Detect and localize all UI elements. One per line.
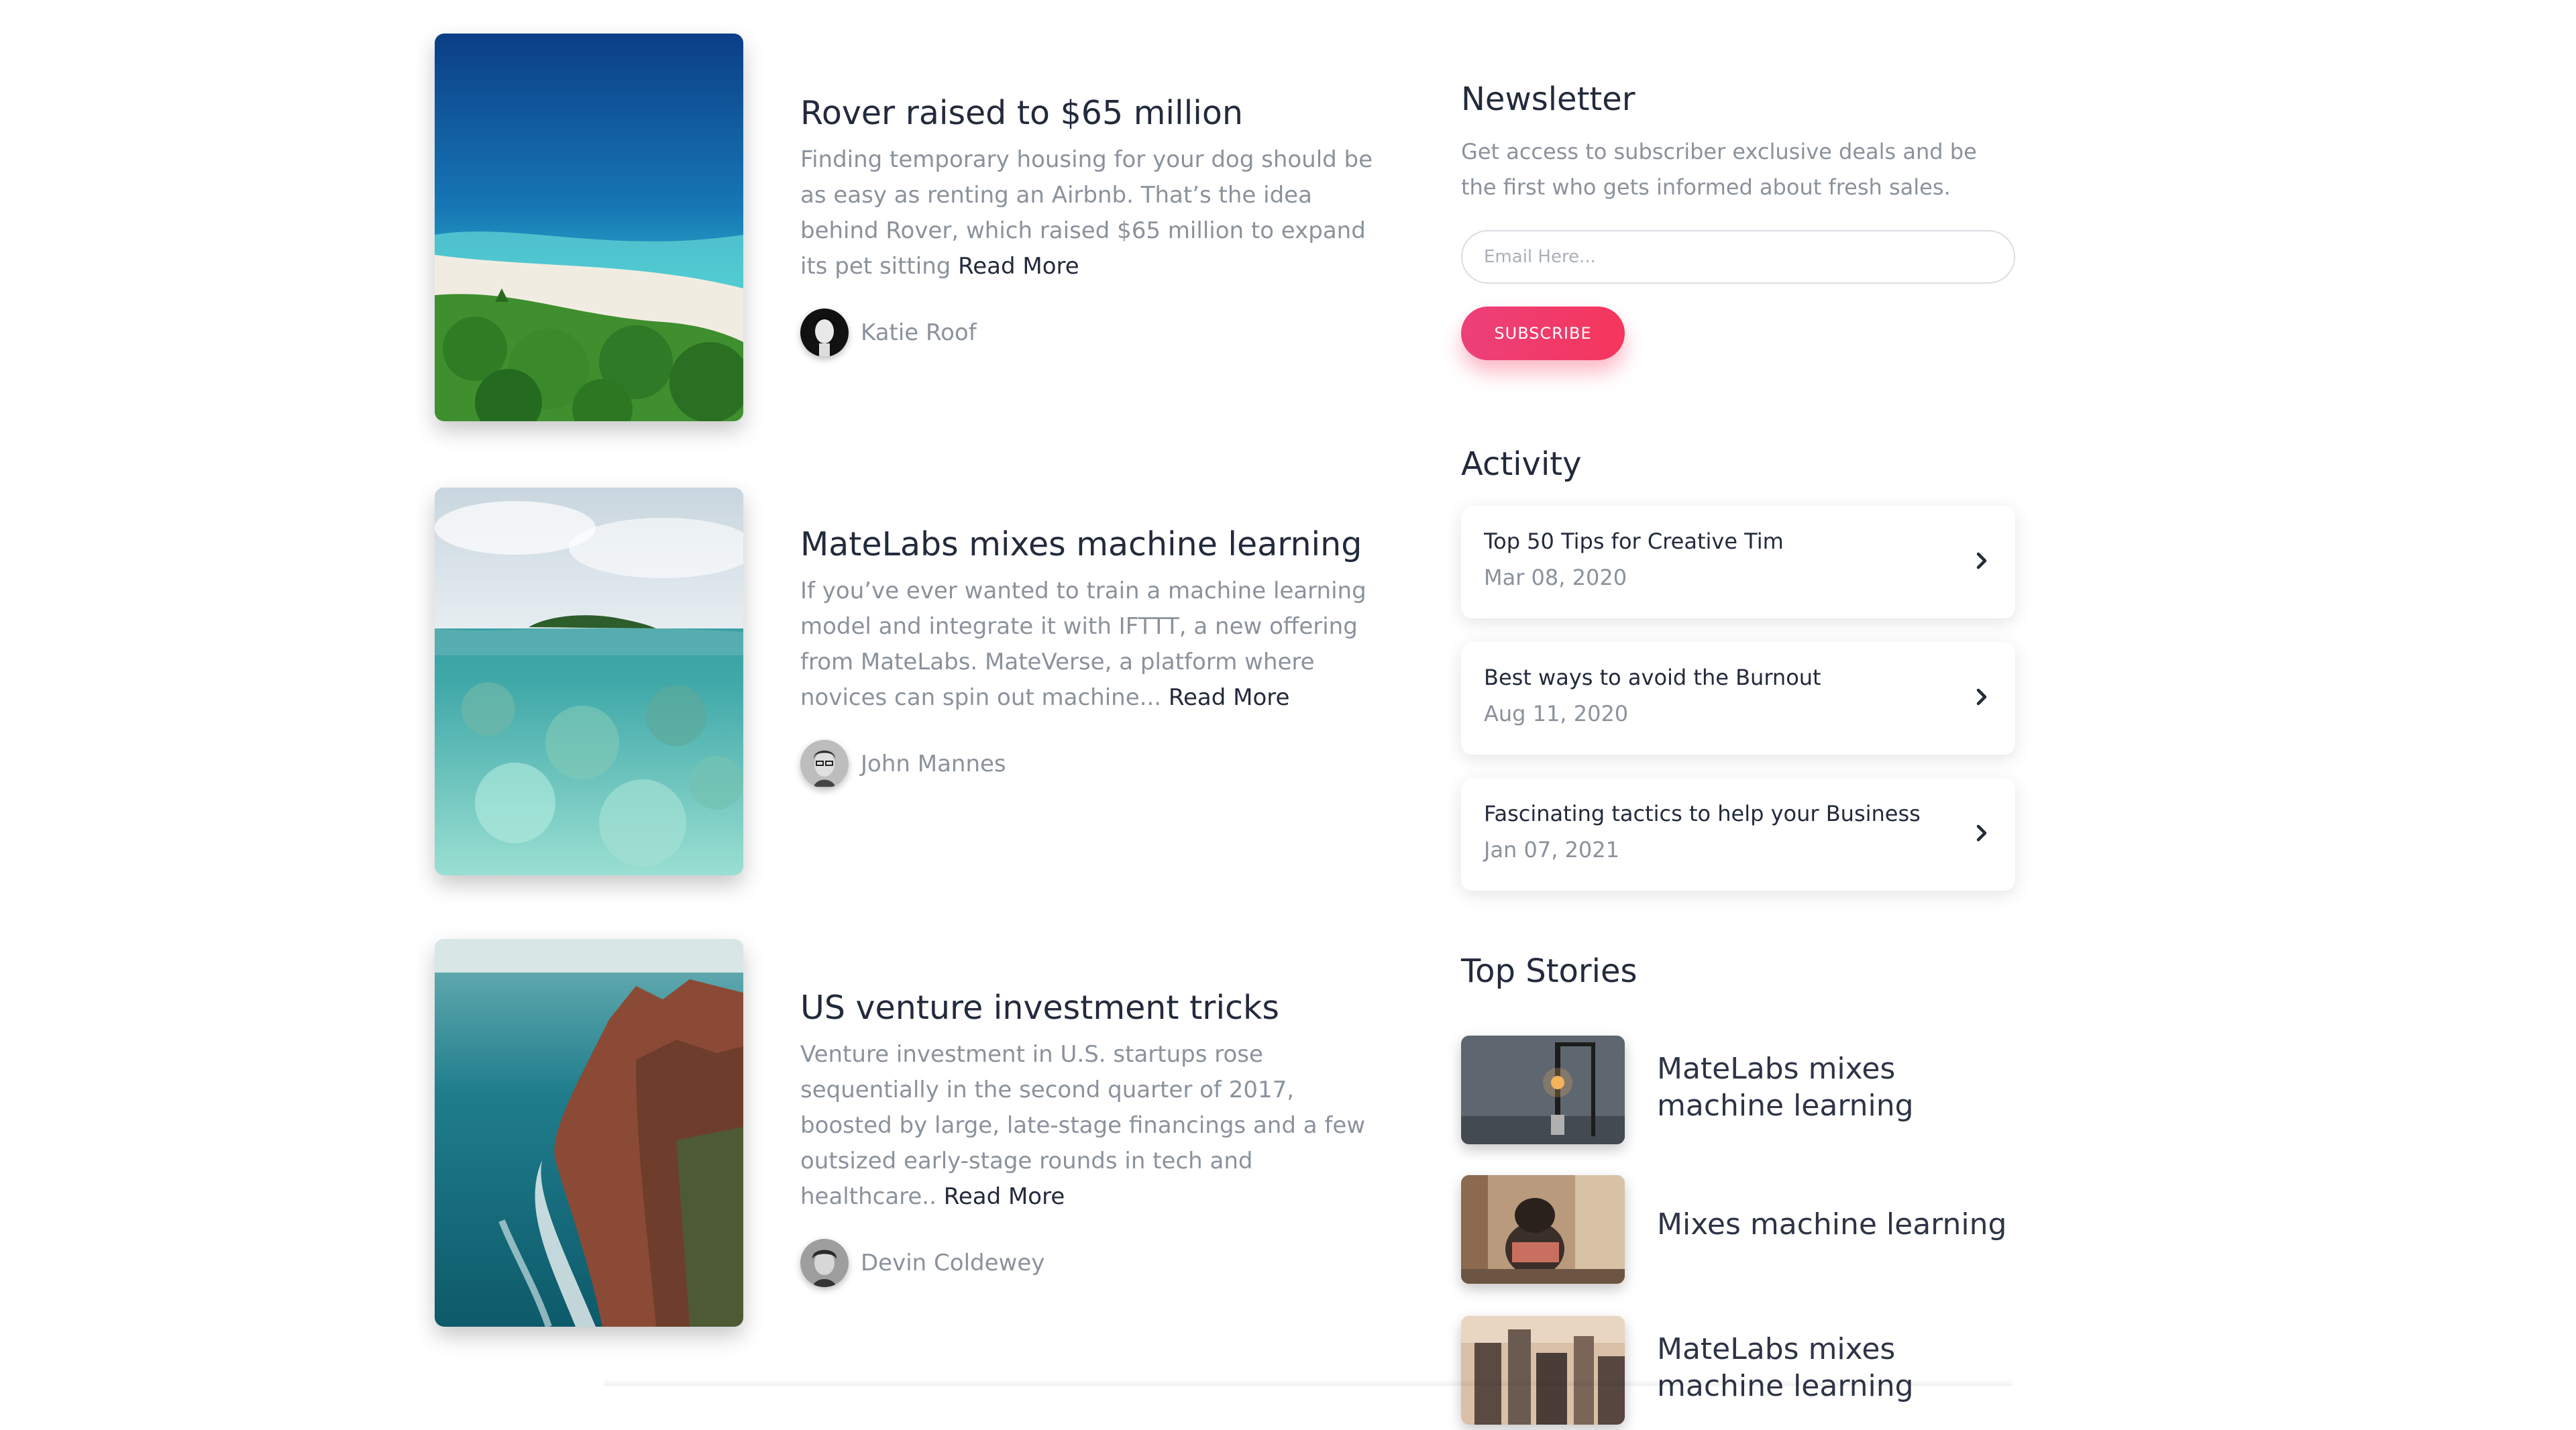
article-image-underwater-island[interactable]: [435, 488, 743, 875]
top-story-item[interactable]: MateLabs mixes machine learning: [1461, 1316, 2018, 1430]
activity-title: Activity: [1461, 445, 1582, 483]
activity-item-date: Mar 08, 2020: [1484, 565, 1627, 590]
story-image-city: [1461, 1316, 1625, 1425]
activity-item[interactable]: Best ways to avoid the Burnout Aug 11, 2…: [1461, 642, 2015, 755]
bottom-shadow: [604, 1379, 2012, 1386]
read-more-link[interactable]: Read More: [944, 1183, 1065, 1210]
avatar: [800, 309, 849, 357]
article-image-sea-cliff[interactable]: [435, 939, 743, 1327]
story-title: Mixes machine learning: [1657, 1207, 2007, 1242]
activity-item-date: Jan 07, 2021: [1484, 837, 1619, 863]
article-card: US venture investment tricks Venture inv…: [435, 939, 1374, 1328]
newsletter-description: Get access to subscriber exclusive deals…: [1461, 139, 1977, 200]
avatar: [800, 1239, 849, 1287]
blog-page: Rover raised to $65 million Finding temp…: [0, 0, 2576, 1425]
article-title[interactable]: US venture investment tricks: [800, 986, 1391, 1030]
avatar: [800, 740, 849, 788]
chevron-right-icon: [1976, 552, 1987, 569]
story-image-dog: [1461, 1175, 1625, 1284]
article-excerpt-text: Finding temporary housing for your dog s…: [800, 146, 1373, 280]
author[interactable]: Devin Coldewey: [800, 1239, 1391, 1287]
article-excerpt: Finding temporary housing for your dog s…: [800, 142, 1391, 284]
author[interactable]: Katie Roof: [800, 309, 1391, 357]
author-name: Devin Coldewey: [861, 1250, 1045, 1276]
activity-item-title: Best ways to avoid the Burnout: [1484, 665, 1821, 690]
story-title: MateLabs mixes machine learning: [1657, 1052, 1914, 1123]
top-story-item[interactable]: MateLabs mixes machine learning: [1461, 1036, 2018, 1150]
activity-item[interactable]: Top 50 Tips for Creative Tim Mar 08, 202…: [1461, 506, 2015, 618]
newsletter-title: Newsletter: [1461, 80, 1635, 118]
article-image-aerial-beach[interactable]: [435, 34, 743, 421]
story-title: MateLabs mixes machine learning: [1657, 1332, 1914, 1403]
author-name: Katie Roof: [861, 319, 977, 346]
activity-item-date: Aug 11, 2020: [1484, 701, 1629, 726]
email-field[interactable]: [1461, 230, 2015, 284]
subscribe-button[interactable]: SUBSCRIBE: [1461, 307, 1625, 360]
top-stories-title: Top Stories: [1461, 952, 1638, 990]
activity-item-title: Fascinating tactics to help your Busines…: [1484, 801, 1921, 826]
chevron-right-icon: [1976, 824, 1987, 842]
activity-item[interactable]: Fascinating tactics to help your Busines…: [1461, 778, 2015, 891]
article-excerpt: If you’ve ever wanted to train a machine…: [800, 573, 1391, 716]
top-story-item[interactable]: Mixes machine learning: [1461, 1175, 2018, 1289]
author-name: John Mannes: [861, 751, 1006, 777]
read-more-link[interactable]: Read More: [1169, 684, 1290, 711]
article-card: Rover raised to $65 million Finding temp…: [435, 34, 1374, 423]
chevron-right-icon: [1976, 688, 1987, 706]
story-image-lamp: [1461, 1036, 1625, 1144]
article-excerpt-text: Venture investment in U.S. startups rose…: [800, 1041, 1366, 1210]
author[interactable]: John Mannes: [800, 740, 1391, 788]
read-more-link[interactable]: Read More: [958, 253, 1079, 280]
article-card: MateLabs mixes machine learning If you’v…: [435, 488, 1374, 877]
article-excerpt: Venture investment in U.S. startups rose…: [800, 1037, 1391, 1215]
article-body: MateLabs mixes machine learning If you’v…: [800, 522, 1391, 788]
activity-item-title: Top 50 Tips for Creative Tim: [1484, 529, 1784, 554]
article-body: US venture investment tricks Venture inv…: [800, 986, 1391, 1287]
article-title[interactable]: MateLabs mixes machine learning: [800, 522, 1391, 567]
article-title[interactable]: Rover raised to $65 million: [800, 91, 1391, 135]
article-body: Rover raised to $65 million Finding temp…: [800, 91, 1391, 357]
